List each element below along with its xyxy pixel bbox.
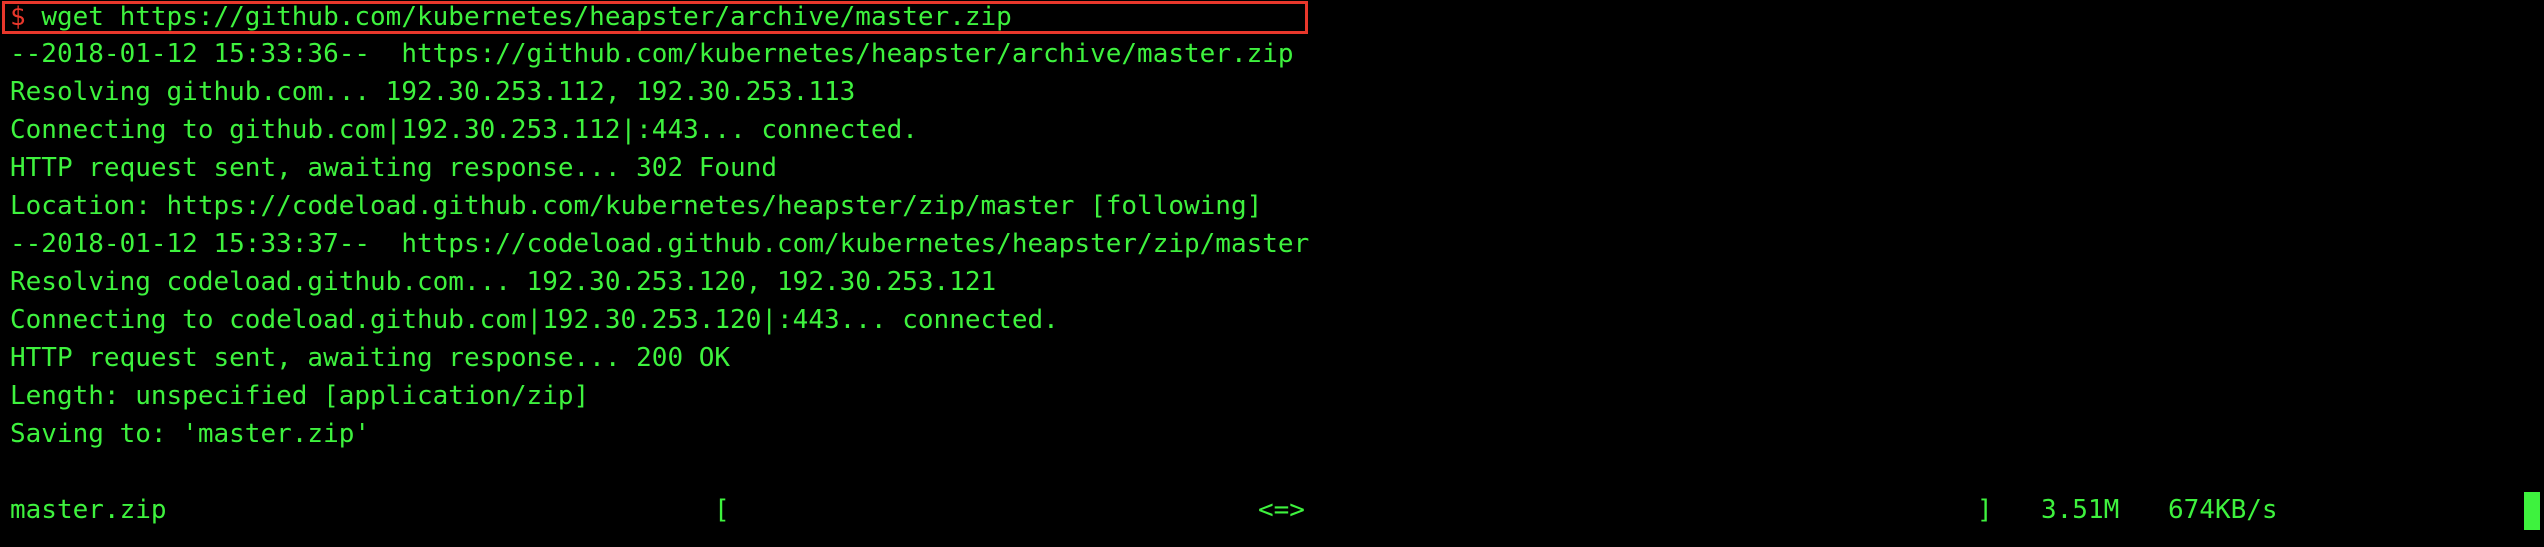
progress-rate: 674KB/s bbox=[2168, 495, 2278, 525]
progress-filename: master.zip bbox=[10, 495, 167, 525]
progress-indicator: <=> bbox=[1258, 495, 1305, 525]
output-line: HTTP request sent, awaiting response... … bbox=[10, 153, 778, 183]
command-text: wget https://github.com/kubernetes/heaps… bbox=[41, 2, 1012, 32]
output-line: HTTP request sent, awaiting response... … bbox=[10, 343, 731, 373]
output-line: --2018-01-12 15:33:36-- https://github.c… bbox=[10, 39, 1294, 69]
terminal-cursor bbox=[2524, 492, 2540, 530]
output-line: --2018-01-12 15:33:37-- https://codeload… bbox=[10, 229, 1310, 259]
output-line: Length: unspecified [application/zip] bbox=[10, 381, 590, 411]
shell-prompt: $ bbox=[10, 2, 26, 32]
command-line: $ wget https://github.com/kubernetes/hea… bbox=[10, 0, 1012, 36]
terminal-window[interactable]: $ wget https://github.com/kubernetes/hea… bbox=[0, 0, 2544, 547]
progress-size: 3.51M bbox=[2041, 495, 2120, 525]
output-line: Connecting to github.com|192.30.253.112|… bbox=[10, 115, 918, 145]
output-line: Connecting to codeload.github.com|192.30… bbox=[10, 305, 1059, 335]
progress-bracket-open: [ bbox=[714, 495, 730, 525]
progress-bracket-close: ] bbox=[1977, 495, 1993, 525]
output-line: Saving to: 'master.zip' bbox=[10, 419, 371, 449]
output-line: Resolving codeload.github.com... 192.30.… bbox=[10, 267, 997, 297]
output-line: Resolving github.com... 192.30.253.112, … bbox=[10, 77, 856, 107]
output-line: Location: https://codeload.github.com/ku… bbox=[10, 191, 1263, 221]
